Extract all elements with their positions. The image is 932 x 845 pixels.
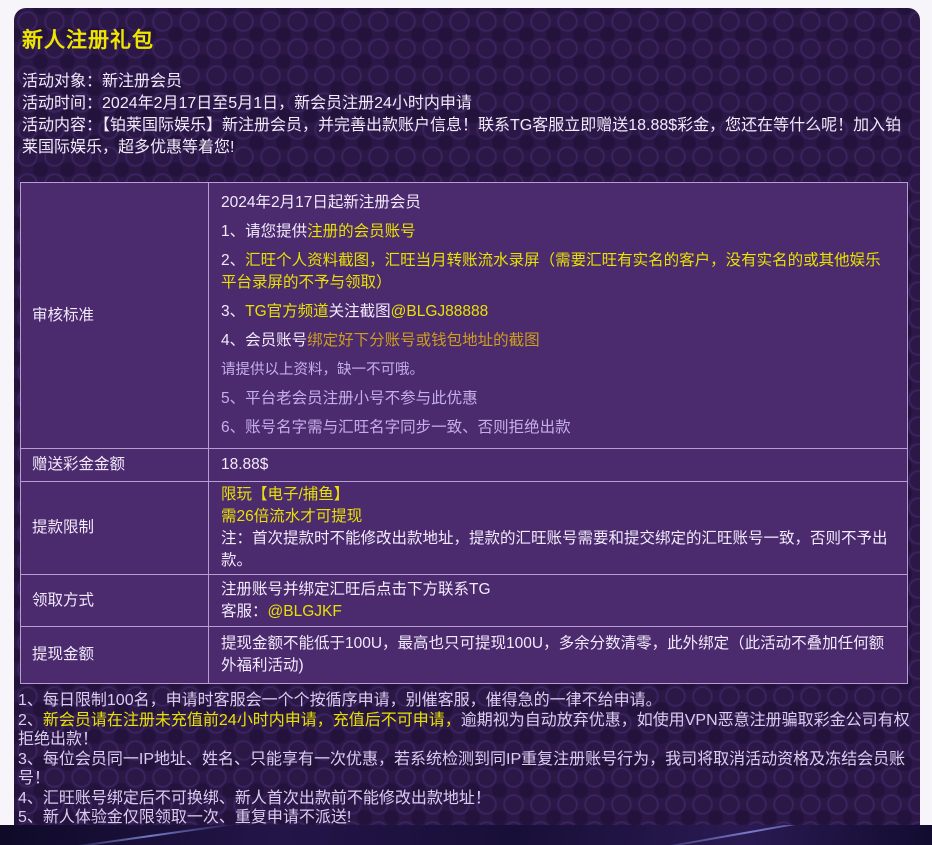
light-streak-icon xyxy=(641,825,858,845)
activity-target-label: 活动对象： xyxy=(22,73,102,90)
limit-row-label: 提款限制 xyxy=(21,482,209,575)
terms-notes: 1、每日限制100名，申请时客服会一个个按循序申请，别催客服，催得急的一律不给申… xyxy=(18,691,910,825)
activity-content-label: 活动内容： xyxy=(22,117,102,134)
activity-target-value: 新注册会员 xyxy=(102,73,182,90)
audit-item-2-text: 2、 xyxy=(221,252,245,269)
audit-item-3-text: 3、 xyxy=(221,303,245,320)
support-label: 客服： xyxy=(221,603,268,620)
activity-time-label: 活动时间： xyxy=(22,95,102,112)
intro-block: 活动对象：新注册会员 活动时间：2024年2月17日至5月1日，新会员注册24小… xyxy=(22,71,912,159)
note-3: 3、每位会员同一IP地址、姓名、只能享有一次优惠，若系统检测到同IP重复注册账号… xyxy=(18,750,910,789)
limit-line-turnover: 需26倍流水才可提现 xyxy=(221,506,895,528)
bonus-row-label: 赠送彩金金额 xyxy=(21,449,209,482)
audit-item-4-text: 4、会员账号 xyxy=(221,332,307,349)
limit-line-note: 注：首次提款时不能修改出款地址，提款的汇旺账号需要和提交绑定的汇旺账号一致，否则… xyxy=(221,528,895,572)
note-2: 2、新会员请在注册未充值前24小时内申请，充值后不可申请，逾期视为自动放弃优惠，… xyxy=(18,711,910,750)
audit-item-2-highlight: 汇旺个人资料截图，汇旺当月转账流水录屏（需要汇旺有实名的客户，没有实名的或其他娱… xyxy=(221,252,881,291)
audit-item-1-highlight: 注册的会员账号 xyxy=(307,223,416,240)
claim-line-1: 注册账号并绑定汇旺后点击下方联系TG xyxy=(221,579,895,601)
audit-row-content: 2024年2月17日起新注册会员 1、请您提供注册的会员账号 2、汇旺个人资料截… xyxy=(209,183,908,449)
limit-row-content: 限玩【电子/捕鱼】 需26倍流水才可提现 注：首次提款时不能修改出款地址，提款的… xyxy=(209,482,908,575)
footer-banner xyxy=(0,825,932,845)
audit-item-3-highlight: TG官方频道 xyxy=(245,303,329,320)
table-row-withdraw-amount: 提现金额 提现金额不能低于100U，最高也只可提现100U，多余分数清零，此外绑… xyxy=(21,627,908,684)
audit-item-5: 5、平台老会员注册小号不参与此优惠 xyxy=(221,388,895,410)
audit-item-1: 1、请您提供注册的会员账号 xyxy=(221,221,895,243)
activity-target-line: 活动对象：新注册会员 xyxy=(22,71,912,93)
bonus-amount: 18.88$ xyxy=(209,449,908,482)
light-streak-icon xyxy=(61,825,240,845)
tg-channel-handle: @BLGJ88888 xyxy=(391,303,489,320)
amount-row-label: 提现金额 xyxy=(21,627,209,684)
note-5-text: 5、新人体验金仅限领取一次、重复申请不派送! xyxy=(18,809,351,825)
note-1-text: 1、每日限制100名，申请时客服会一个个按循序申请，别催客服，催得急的一律不给申… xyxy=(18,692,662,709)
table-row-withdraw-limit: 提款限制 限玩【电子/捕鱼】 需26倍流水才可提现 注：首次提款时不能修改出款地… xyxy=(21,482,908,575)
audit-item-4-highlight: 绑定好下分账号或钱包地址的截图 xyxy=(307,332,540,349)
note-3-text: 3、每位会员同一IP地址、姓名、只能享有一次优惠，若系统检测到同IP重复注册账号… xyxy=(18,751,905,788)
activity-time-line: 活动时间：2024年2月17日至5月1日，新会员注册24小时内申请 xyxy=(22,93,912,115)
claim-row-content: 注册账号并绑定汇旺后点击下方联系TG 客服：@BLGJKF xyxy=(209,575,908,627)
audit-row-label: 审核标准 xyxy=(21,183,209,449)
promo-page: 新人注册礼包 活动对象：新注册会员 活动时间：2024年2月17日至5月1日，新… xyxy=(0,0,932,845)
audit-note: 请提供以上资料，缺一不可哦。 xyxy=(221,359,895,381)
table-row-audit: 审核标准 2024年2月17日起新注册会员 1、请您提供注册的会员账号 2、汇旺… xyxy=(21,183,908,449)
tg-support-handle: @BLGJKF xyxy=(268,603,342,620)
audit-item-3: 3、TG官方频道关注截图@BLGJ88888 xyxy=(221,301,895,323)
table-row-bonus: 赠送彩金金额 18.88$ xyxy=(21,449,908,482)
promo-table: 审核标准 2024年2月17日起新注册会员 1、请您提供注册的会员账号 2、汇旺… xyxy=(20,182,908,684)
note-2-highlight: 新会员请在注册未充值前24小时内申请，充值后不可申请， xyxy=(43,712,461,729)
limit-line-games: 限玩【电子/捕鱼】 xyxy=(221,484,895,506)
claim-line-2: 客服：@BLGJKF xyxy=(221,601,895,623)
table-row-claim-method: 领取方式 注册账号并绑定汇旺后点击下方联系TG 客服：@BLGJKF xyxy=(21,575,908,627)
note-1: 1、每日限制100名，申请时客服会一个个按循序申请，别催客服，催得急的一律不给申… xyxy=(18,691,910,711)
audit-item-1-text: 1、请您提供 xyxy=(221,223,307,240)
amount-row-content: 提现金额不能低于100U，最高也只可提现100U，多余分数清零，此外绑定（此活动… xyxy=(209,627,908,684)
activity-content-value: 【铂莱国际娱乐】新注册会员，并完善出款账户信息！联系TG客服立即赠送18.88$… xyxy=(22,117,901,156)
page-title: 新人注册礼包 xyxy=(22,24,920,54)
audit-item-2: 2、汇旺个人资料截图，汇旺当月转账流水录屏（需要汇旺有实名的客户，没有实名的或其… xyxy=(221,250,895,294)
note-4-text: 4、汇旺账号绑定后不可换绑、新人首次出款前不能修改出款地址！ xyxy=(18,790,491,807)
promo-panel: 新人注册礼包 活动对象：新注册会员 活动时间：2024年2月17日至5月1日，新… xyxy=(14,8,920,825)
audit-item-3-text2: 关注截图 xyxy=(329,303,391,320)
audit-intro-line: 2024年2月17日起新注册会员 xyxy=(221,192,895,214)
activity-time-value: 2024年2月17日至5月1日，新会员注册24小时内申请 xyxy=(102,95,472,112)
audit-item-4: 4、会员账号绑定好下分账号或钱包地址的截图 xyxy=(221,330,895,352)
claim-row-label: 领取方式 xyxy=(21,575,209,627)
note-4: 4、汇旺账号绑定后不可换绑、新人首次出款前不能修改出款地址！ xyxy=(18,789,910,809)
note-5: 5、新人体验金仅限领取一次、重复申请不派送! xyxy=(18,808,910,825)
audit-item-6: 6、账号名字需与汇旺名字同步一致、否则拒绝出款 xyxy=(221,417,895,439)
note-2-prefix: 2、 xyxy=(18,712,43,729)
activity-content-line: 活动内容：【铂莱国际娱乐】新注册会员，并完善出款账户信息！联系TG客服立即赠送1… xyxy=(22,115,912,159)
